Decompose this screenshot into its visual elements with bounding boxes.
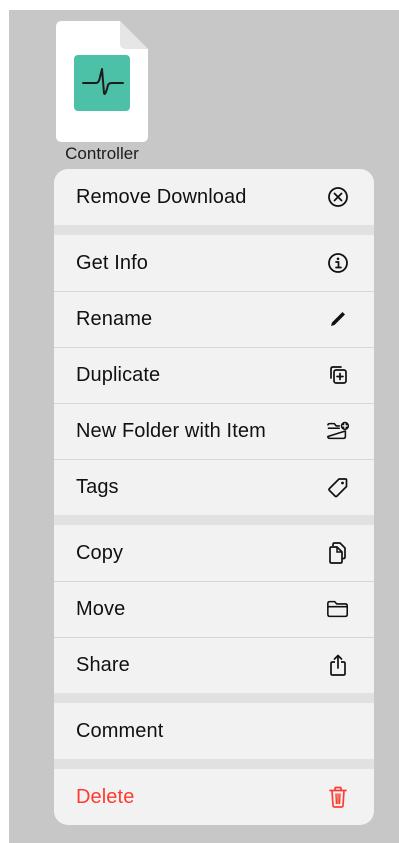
menu-item-label: New Folder with Item <box>76 419 266 442</box>
menu-item-new-folder-with-item[interactable]: New Folder with Item <box>54 403 374 459</box>
menu-item-rename[interactable]: Rename <box>54 291 374 347</box>
folder-badge-plus-icon <box>326 419 350 443</box>
share-icon <box>326 653 350 677</box>
tag-icon <box>326 475 350 499</box>
menu-item-share[interactable]: Share <box>54 637 374 693</box>
menu-item-get-info[interactable]: Get Info <box>54 235 374 291</box>
waveform-document-icon <box>56 21 148 142</box>
menu-item-label: Delete <box>76 785 135 808</box>
duplicate-icon <box>326 363 350 387</box>
menu-item-duplicate[interactable]: Duplicate <box>54 347 374 403</box>
menu-item-move[interactable]: Move <box>54 581 374 637</box>
file-name-label: Controller <box>65 144 139 163</box>
menu-item-label: Copy <box>76 541 124 564</box>
menu-item-label: Duplicate <box>76 363 161 386</box>
context-menu: Remove Download Get Info Rename Duplicat… <box>54 169 374 825</box>
menu-item-label: Get Info <box>76 251 148 274</box>
menu-group-separator <box>54 693 374 703</box>
menu-group-separator <box>54 225 374 235</box>
info-circle-icon <box>326 251 350 275</box>
menu-group-separator <box>54 759 374 769</box>
pencil-icon <box>326 307 350 331</box>
menu-item-delete[interactable]: Delete <box>54 769 374 825</box>
copy-icon <box>326 541 350 565</box>
menu-item-label: Share <box>76 653 130 676</box>
folder-icon <box>326 597 350 621</box>
menu-item-label: Move <box>76 597 126 620</box>
menu-item-copy[interactable]: Copy <box>54 525 374 581</box>
menu-item-label: Remove Download <box>76 185 247 208</box>
file-thumbnail[interactable] <box>56 21 148 142</box>
trash-icon <box>326 785 350 809</box>
menu-group-separator <box>54 515 374 525</box>
menu-item-label: Comment <box>76 719 164 742</box>
menu-item-tags[interactable]: Tags <box>54 459 374 515</box>
x-circle-icon <box>326 185 350 209</box>
menu-item-label: Tags <box>76 475 119 498</box>
menu-item-label: Rename <box>76 307 153 330</box>
menu-item-comment[interactable]: Comment <box>54 703 374 759</box>
menu-item-remove-download[interactable]: Remove Download <box>54 169 374 225</box>
